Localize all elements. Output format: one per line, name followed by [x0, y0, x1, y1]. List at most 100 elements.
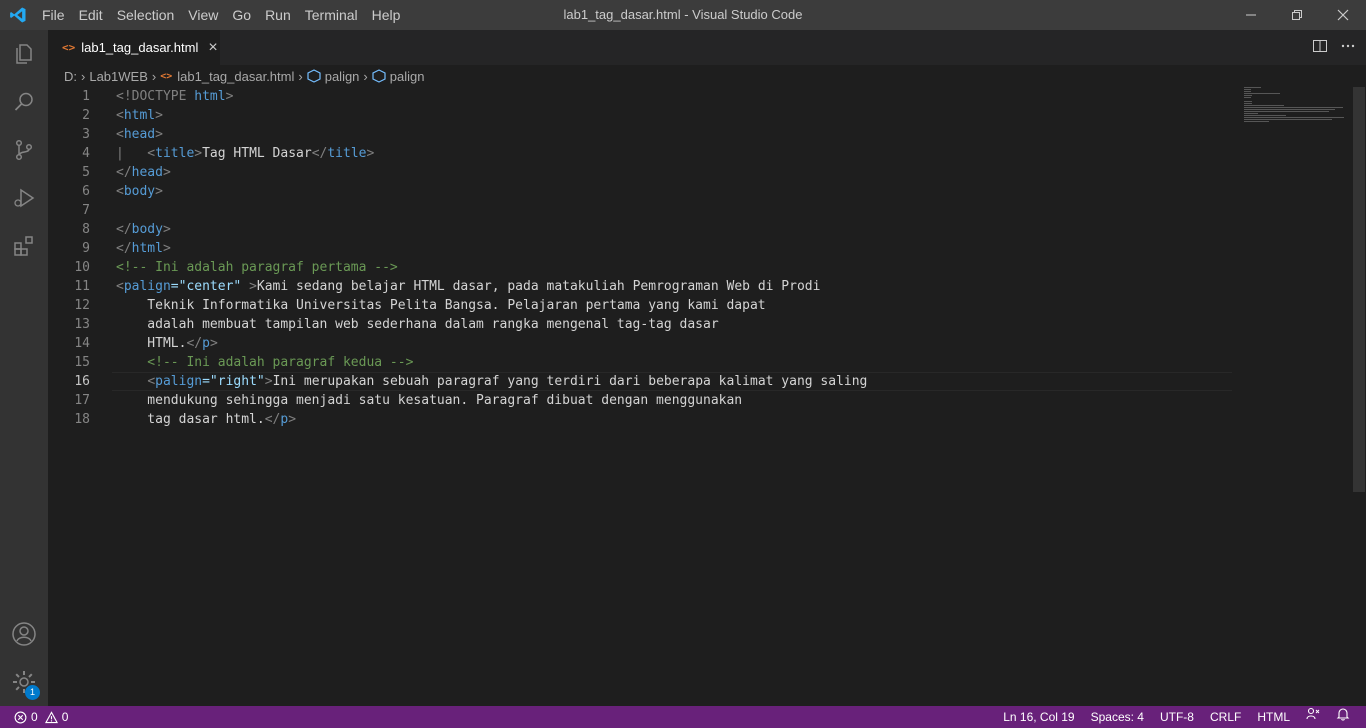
code-token: body — [123, 184, 156, 199]
code-token: Kami sedang belajar HTML dasar, pada mat… — [256, 279, 821, 294]
cursor-position[interactable]: Ln 16, Col 19 — [995, 706, 1082, 728]
code-line[interactable]: 18 tag dasar html.</p> — [48, 410, 1232, 429]
menu-selection[interactable]: Selection — [110, 0, 182, 30]
notifications-bell-icon[interactable] — [1328, 706, 1358, 728]
code-token: > — [155, 127, 163, 142]
code-line[interactable]: 12 Teknik Informatika Universitas Pelita… — [48, 296, 1232, 315]
menu-terminal[interactable]: Terminal — [298, 0, 365, 30]
line-content: <!-- Ini adalah paragraf pertama --> — [116, 258, 398, 277]
code-line[interactable]: 13 adalah membuat tampilan web sederhana… — [48, 315, 1232, 334]
feedback-icon[interactable] — [1298, 706, 1328, 728]
line-number: 2 — [82, 108, 90, 123]
code-line[interactable]: 11 <palign="center" >Kami sedang belajar … — [48, 277, 1232, 296]
code-token: head — [131, 165, 163, 180]
code-line[interactable]: 14 HTML.</p> — [48, 334, 1232, 353]
run-debug-icon[interactable] — [0, 174, 48, 222]
code-token: < — [116, 279, 124, 294]
code-line[interactable]: 10 <!-- Ini adalah paragraf pertama --> — [48, 258, 1232, 277]
indentation[interactable]: Spaces: 4 — [1083, 706, 1152, 728]
vertical-scrollbar[interactable] — [1352, 87, 1366, 706]
minimize-button[interactable] — [1228, 0, 1274, 30]
explorer-icon[interactable] — [0, 30, 48, 78]
code-token: body — [131, 222, 163, 237]
close-window-button[interactable] — [1320, 0, 1366, 30]
code-line[interactable]: 1 <!DOCTYPE html> — [48, 87, 1232, 106]
breadcrumb-symbol[interactable]: palign — [372, 68, 425, 84]
minimap-line — [1244, 109, 1336, 110]
code-line[interactable]: 15 <!-- Ini adalah paragraf kedua --> — [48, 353, 1232, 372]
code-line[interactable]: 7 — [48, 201, 1232, 220]
source-control-icon[interactable] — [0, 126, 48, 174]
code-token: </ — [264, 412, 281, 427]
code-line[interactable]: 4 | <title>Tag HTML Dasar</title> — [48, 144, 1232, 163]
minimap-line — [1244, 93, 1281, 94]
code-token: head — [123, 127, 156, 142]
code-line[interactable]: 16 <palign="right">Ini merupakan sebuah … — [48, 372, 1232, 391]
code-line[interactable]: 2 <html> — [48, 106, 1232, 125]
menu-help[interactable]: Help — [365, 0, 408, 30]
line-number: 18 — [74, 412, 90, 427]
title-bar: File Edit Selection View Go Run Terminal… — [0, 0, 1366, 30]
breadcrumb-folder[interactable]: Lab1WEB — [89, 69, 148, 84]
line-content: <palign="center" >Kami sedang belajar HT… — [116, 277, 820, 296]
menu-go[interactable]: Go — [225, 0, 258, 30]
tab-lab1-tag-dasar[interactable]: <> lab1_tag_dasar.html × — [48, 30, 220, 65]
account-icon[interactable] — [0, 610, 48, 658]
code-token: > — [162, 222, 171, 237]
code-line[interactable]: 9 </html> — [48, 239, 1232, 258]
menu-run[interactable]: Run — [258, 0, 298, 30]
code-token: > — [194, 146, 203, 161]
code-token: tag dasar html. — [116, 412, 265, 427]
code-line[interactable]: 6 <body> — [48, 182, 1232, 201]
line-number: 12 — [74, 298, 90, 313]
problems-indicator[interactable]: 0 0 — [14, 706, 68, 728]
minimap-line — [1244, 115, 1286, 116]
menu-view[interactable]: View — [181, 0, 225, 30]
breadcrumb-symbol-label: palign — [389, 68, 425, 84]
end-of-line[interactable]: CRLF — [1202, 706, 1249, 728]
menu-edit[interactable]: Edit — [72, 0, 110, 30]
tab-close-icon[interactable]: × — [208, 39, 217, 56]
line-number: 10 — [74, 260, 90, 275]
scrollbar-thumb[interactable] — [1353, 87, 1365, 492]
line-number: 5 — [82, 165, 90, 180]
menu-file[interactable]: File — [35, 0, 72, 30]
chevron-right-icon: › — [298, 68, 303, 84]
encoding[interactable]: UTF-8 — [1152, 706, 1202, 728]
extensions-icon[interactable] — [0, 222, 48, 270]
breadcrumb-drive[interactable]: D: — [64, 69, 77, 84]
restore-button[interactable] — [1274, 0, 1320, 30]
minimap-line — [1244, 121, 1270, 122]
code-token: </ — [116, 222, 132, 237]
line-content: mendukung sehingga menjadi satu kesatuan… — [116, 391, 742, 410]
code-token: </ — [116, 241, 132, 256]
line-content: <body> — [116, 182, 163, 201]
breadcrumb-symbol[interactable]: palign — [307, 69, 359, 84]
language-mode[interactable]: HTML — [1249, 706, 1298, 728]
minimap-line — [1244, 103, 1252, 104]
html-file-icon: <> — [62, 41, 76, 54]
code-line[interactable]: 3 <head> — [48, 125, 1232, 144]
minimap-line — [1244, 87, 1261, 88]
code-line[interactable]: 17 mendukung sehingga menjadi satu kesat… — [48, 391, 1232, 410]
minimap-line — [1244, 89, 1251, 90]
minimap-line — [1244, 119, 1332, 120]
settings-gear-icon[interactable]: 1 — [0, 658, 48, 706]
breadcrumb: D: › Lab1WEB › <> lab1_tag_dasar.html › … — [48, 65, 1366, 87]
search-icon[interactable] — [0, 78, 48, 126]
html-file-icon: <> — [160, 70, 173, 82]
breadcrumb-file[interactable]: <> lab1_tag_dasar.html — [160, 69, 294, 84]
code-line[interactable]: 8 </body> — [48, 220, 1232, 239]
code-editor[interactable]: 1 <!DOCTYPE html> 2 <html> 3 <head> 4 | <title>… — [48, 87, 1352, 706]
more-actions-icon[interactable] — [1340, 38, 1356, 57]
code-line[interactable]: 5 </head> — [48, 163, 1232, 182]
split-editor-icon[interactable] — [1312, 38, 1328, 57]
code-token: </ — [116, 165, 132, 180]
code-token: < — [116, 184, 124, 199]
code-token: ="center" — [170, 279, 242, 294]
minimap-line — [1244, 111, 1329, 112]
code-token: | < — [116, 146, 156, 161]
minimap[interactable] — [1240, 87, 1350, 147]
code-token: ="right" — [202, 374, 265, 389]
minimap-line — [1244, 117, 1344, 118]
